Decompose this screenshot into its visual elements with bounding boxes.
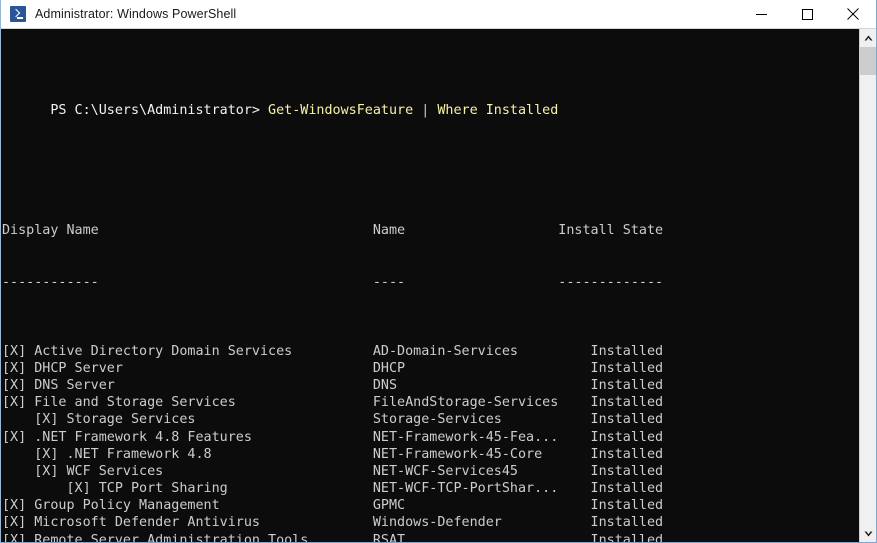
table-rule-text: ------------ ---- ------------- — [2, 274, 664, 290]
table-row: [X] Remote Server Administration Tools R… — [2, 532, 664, 542]
title-bar[interactable]: Administrator: Windows PowerShell — [1, 0, 876, 29]
table-row: [X] .NET Framework 4.8 Features NET-Fram… — [2, 429, 664, 445]
window-title: Administrator: Windows PowerShell — [35, 7, 237, 21]
powershell-chevron-icon — [11, 8, 21, 17]
minimize-icon — [755, 13, 767, 15]
table-row: [X] Storage Services Storage-Services In… — [2, 412, 664, 428]
powershell-window: Administrator: Windows PowerShell PS C:\… — [0, 0, 877, 543]
table-row: [X] Group Policy Management GPMC Install… — [2, 498, 664, 514]
command-tail-text: Where Installed — [437, 102, 559, 118]
feature-table-body: [X] Active Directory Domain Services AD-… — [2, 343, 859, 542]
maximize-icon — [801, 8, 813, 20]
powershell-icon — [10, 6, 26, 22]
command-line: PS C:\Users\Administrator> Get-WindowsFe… — [2, 85, 859, 118]
window-controls — [738, 0, 876, 29]
table-row: [X] DHCP Server DHCP Installed — [2, 360, 664, 376]
table-rule-row: ------------ ---- ------------- — [2, 274, 859, 291]
minimize-button[interactable] — [738, 0, 784, 29]
powershell-underbar-icon — [17, 17, 23, 19]
table-row: [X] Active Directory Domain Services AD-… — [2, 343, 664, 359]
maximize-button[interactable] — [784, 0, 830, 29]
table-row: [X] DNS Server DNS Installed — [2, 377, 664, 393]
console-output[interactable]: PS C:\Users\Administrator> Get-WindowsFe… — [1, 29, 859, 542]
table-header-row: Display Name Name Install State — [2, 222, 859, 239]
scroll-up-button[interactable] — [860, 29, 876, 46]
table-row: [X] TCP Port Sharing NET-WCF-TCP-PortSha… — [2, 481, 664, 497]
scroll-up-arrow-icon — [864, 35, 872, 40]
close-button[interactable] — [830, 0, 876, 29]
scroll-down-button[interactable] — [860, 525, 876, 542]
prompt-text: PS C:\Users\Administrator> — [50, 102, 260, 118]
table-row: [X] File and Storage Services FileAndSto… — [2, 395, 664, 411]
table-row: [X] WCF Services NET-WCF-Services45 Inst… — [2, 463, 664, 479]
scrollbar-thumb[interactable] — [860, 47, 876, 75]
table-row: [X] Microsoft Defender Antivirus Windows… — [2, 515, 664, 531]
close-icon — [847, 8, 859, 20]
vertical-scrollbar[interactable] — [859, 29, 876, 542]
table-header-text: Display Name Name Install State — [2, 223, 664, 239]
table-row: [X] .NET Framework 4.8 NET-Framework-45-… — [2, 446, 664, 462]
scroll-down-arrow-icon — [864, 531, 872, 536]
command-text: Get-WindowsFeature — [268, 102, 414, 118]
